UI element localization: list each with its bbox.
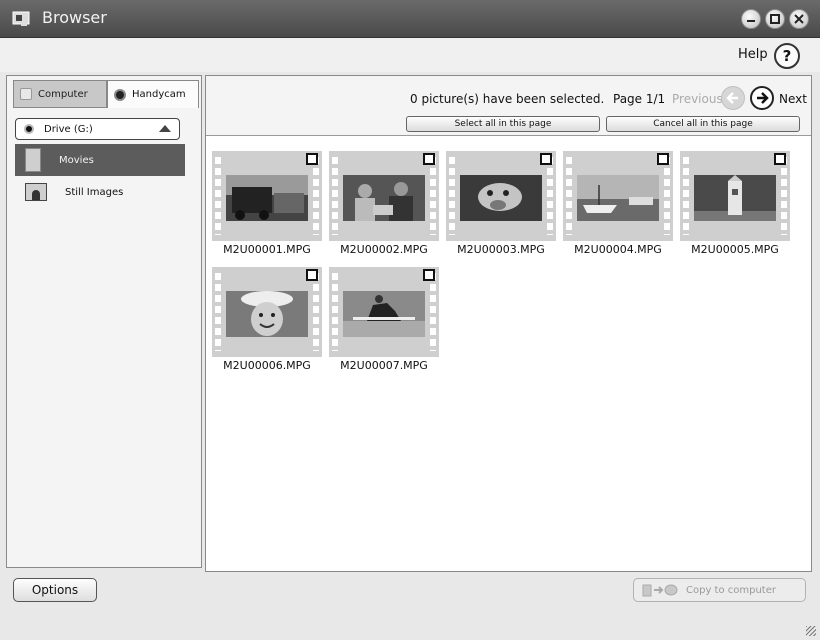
cancel-all-button[interactable]: Cancel all in this page [606,116,800,132]
content-toolbar: 0 picture(s) have been selected. Page 1/… [206,76,811,136]
sidebar-item-still-images[interactable]: Still Images [15,176,185,208]
thumbnail-item[interactable]: M2U00001.MPG [212,151,322,261]
content-panel: 0 picture(s) have been selected. Page 1/… [205,75,812,572]
select-checkbox[interactable] [306,153,318,165]
title-bar: Browser [0,0,820,38]
select-checkbox[interactable] [657,153,669,165]
previous-label: Previous [672,92,723,106]
video-thumbnail [694,175,776,221]
video-thumbnail [343,175,425,221]
collapse-arrow-icon[interactable] [159,125,171,132]
select-checkbox[interactable] [423,153,435,165]
copy-to-computer-button[interactable]: Copy to computer [633,578,806,602]
video-thumbnail [226,175,308,221]
select-checkbox[interactable] [540,153,552,165]
computer-icon [20,88,32,100]
tab-computer[interactable]: Computer [13,80,107,108]
minimize-icon [747,20,755,22]
file-name: M2U00006.MPG [223,359,311,372]
browser-app-icon [12,11,30,26]
page-indicator: Page 1/1 [613,92,666,106]
video-thumbnail [226,291,308,337]
sidebar-item-movies[interactable]: Movies [15,144,185,176]
thumbnail-item[interactable]: M2U00006.MPG [212,267,322,377]
window-title: Browser [42,8,107,27]
file-name: M2U00002.MPG [340,243,428,256]
previous-button[interactable] [721,86,745,110]
copy-to-computer-icon [642,584,678,597]
file-name: M2U00005.MPG [691,243,779,256]
tab-computer-label: Computer [38,88,88,100]
select-checkbox[interactable] [306,269,318,281]
film-icon [25,148,41,172]
picture-icon [25,183,47,201]
drive-select[interactable]: Drive (G:) [15,118,180,140]
video-thumbnail [343,291,425,337]
arrow-left-icon [726,92,738,104]
thumbnail-item[interactable]: M2U00002.MPG [329,151,439,261]
next-label[interactable]: Next [779,92,807,106]
tab-handycam[interactable]: Handycam [107,80,199,108]
select-all-button[interactable]: Select all in this page [406,116,600,132]
options-button[interactable]: Options [13,578,97,602]
drive-label: Drive (G:) [44,123,93,135]
copy-to-computer-label: Copy to computer [686,584,776,596]
selection-count: 0 picture(s) have been selected. [410,92,605,106]
video-thumbnail [460,175,542,221]
file-name: M2U00001.MPG [223,243,311,256]
arrow-right-icon [757,92,769,104]
help-button[interactable]: ? [774,43,800,69]
file-name: M2U00007.MPG [340,359,428,372]
sidebar-item-label: Still Images [65,186,124,198]
handycam-icon [114,88,126,101]
tab-handycam-label: Handycam [132,89,186,100]
thumbnail-item[interactable]: M2U00005.MPG [680,151,790,261]
select-checkbox[interactable] [423,269,435,281]
video-thumbnail [577,175,659,221]
drive-icon [24,124,34,134]
close-icon [794,14,804,24]
file-name: M2U00004.MPG [574,243,662,256]
close-button[interactable] [789,9,809,29]
help-label[interactable]: Help [738,47,768,62]
thumbnail-item[interactable]: M2U00003.MPG [446,151,556,261]
source-panel: Computer Handycam Drive (G:) Movies Stil… [6,75,202,568]
maximize-button[interactable] [765,9,785,29]
thumbnail-item[interactable]: M2U00007.MPG [329,267,439,377]
maximize-icon [770,14,780,24]
minimize-button[interactable] [741,9,761,29]
help-bar: Help ? [0,38,820,72]
thumbnail-item[interactable]: M2U00004.MPG [563,151,673,261]
file-name: M2U00003.MPG [457,243,545,256]
sidebar-item-label: Movies [59,154,94,166]
select-checkbox[interactable] [774,153,786,165]
resize-grip[interactable] [806,626,816,636]
help-icon: ? [782,47,792,65]
next-button[interactable] [750,86,774,110]
